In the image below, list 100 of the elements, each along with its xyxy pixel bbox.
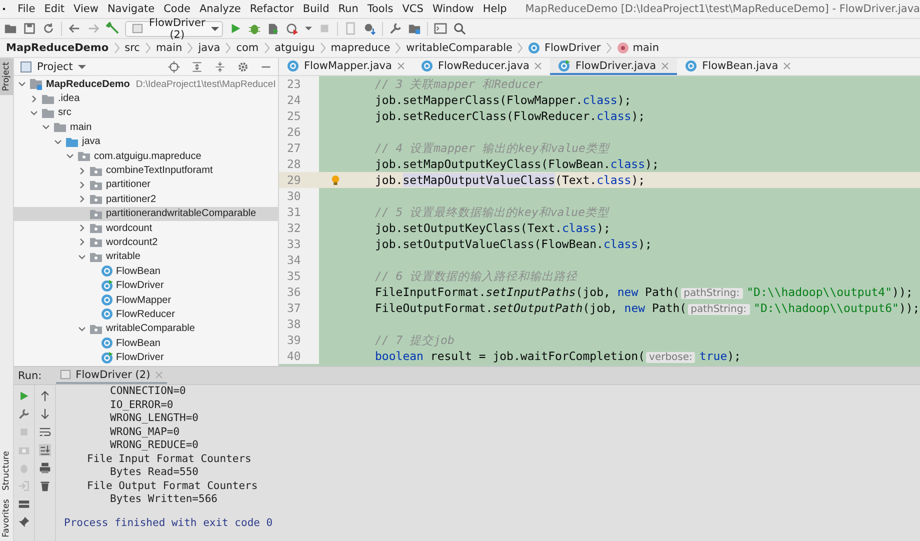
locate-icon[interactable] <box>168 60 180 72</box>
tree-item[interactable]: FlowMapper <box>14 292 278 308</box>
down-arrow-icon[interactable] <box>39 408 51 420</box>
editor-tab[interactable]: FlowReducer.java <box>412 58 550 75</box>
breadcrumb-item[interactable]: main <box>156 42 182 54</box>
menu-item[interactable]: Tools <box>362 3 398 15</box>
chevron-right-icon[interactable] <box>30 94 38 103</box>
tree-item[interactable]: writableComparable <box>14 322 278 336</box>
close-icon[interactable] <box>396 62 405 70</box>
menu-item[interactable]: Edit <box>40 3 70 15</box>
lightbulb-icon[interactable] <box>331 174 340 186</box>
menu-item[interactable]: Refactor <box>245 3 298 15</box>
folder-icon[interactable] <box>4 22 17 35</box>
close-icon[interactable] <box>534 62 542 70</box>
refresh-icon[interactable] <box>42 22 55 35</box>
side-tab[interactable]: Structure <box>0 447 13 495</box>
tree-item[interactable]: partitioner2 <box>14 192 278 207</box>
wrench-icon[interactable] <box>389 22 402 35</box>
print-icon[interactable] <box>39 462 51 474</box>
coverage-icon[interactable] <box>267 22 280 35</box>
tree-item[interactable]: FlowDriver <box>14 350 278 365</box>
tree-item[interactable]: writable <box>14 250 278 264</box>
tree-item[interactable]: wordcount <box>14 220 278 236</box>
tree-item[interactable]: FlowBean <box>14 336 278 350</box>
layout-icon[interactable] <box>18 498 30 510</box>
tree-item[interactable]: FlowDriver <box>14 278 278 293</box>
breadcrumb-item[interactable]: MapReduceDemo <box>6 42 109 54</box>
close-icon[interactable] <box>661 62 670 70</box>
terminal-icon[interactable] <box>434 22 447 35</box>
tree-item[interactable]: com.atguigu.mapreduce <box>14 148 278 164</box>
breadcrumb-item[interactable]: writableComparable <box>406 42 512 54</box>
menu-item[interactable]: Window <box>428 3 478 15</box>
chevron-down-icon[interactable] <box>78 252 86 261</box>
close-icon[interactable] <box>783 62 792 70</box>
tree-item[interactable]: wordcount2 <box>14 235 278 250</box>
breadcrumb-item[interactable]: src <box>124 42 140 54</box>
profiler-icon[interactable] <box>286 22 299 35</box>
run-tab[interactable]: FlowDriver (2) <box>56 367 168 384</box>
settings-icon[interactable] <box>237 60 249 72</box>
menu-item[interactable]: Run <box>334 3 363 15</box>
tree-item[interactable]: src <box>14 106 278 120</box>
chevron-down-icon[interactable] <box>42 123 50 132</box>
chevron-down-icon[interactable] <box>54 138 62 146</box>
tree-item[interactable]: .idea <box>14 91 278 106</box>
menu-item[interactable]: Help <box>478 3 512 15</box>
tree-item[interactable]: main <box>14 120 278 135</box>
back-arrow-icon[interactable] <box>68 22 81 35</box>
chevron-down-icon[interactable] <box>18 80 26 88</box>
tree-item[interactable]: partitioner <box>14 178 278 192</box>
search-icon[interactable] <box>453 22 466 35</box>
editor-tab[interactable]: FlowDriver.java <box>550 58 678 75</box>
caret-icon[interactable] <box>305 25 312 32</box>
chevron-right-icon[interactable] <box>78 238 86 246</box>
run-icon[interactable] <box>18 390 30 402</box>
chevron-down-icon[interactable] <box>30 108 38 117</box>
collapse-all-icon[interactable] <box>214 60 226 72</box>
tree-item[interactable]: combineTextInputforamt <box>14 163 278 178</box>
caret-icon[interactable] <box>78 62 86 70</box>
chevron-right-icon[interactable] <box>78 180 86 189</box>
tree-item[interactable]: FlowBean <box>14 264 278 278</box>
save-icon[interactable] <box>23 22 36 35</box>
run-icon[interactable] <box>229 22 242 35</box>
tree-item[interactable]: MapReduceDemo D:\IdeaProject1\test\MapReduceI <box>14 77 278 92</box>
tree-item[interactable]: java <box>14 134 278 149</box>
editor-tab[interactable]: FlowMapper.java <box>279 58 413 75</box>
side-tab[interactable]: Favorites <box>0 494 13 541</box>
wrench-icon[interactable] <box>18 408 30 420</box>
breadcrumb-item[interactable]: mapreduce <box>330 42 390 54</box>
expand-all-icon[interactable] <box>191 60 203 72</box>
scroll-to-end-icon[interactable] <box>39 444 51 456</box>
breadcrumb-item[interactable]: atguigu <box>274 42 315 54</box>
menu-item[interactable]: Navigate <box>102 3 160 15</box>
menu-item[interactable]: Analyze <box>194 3 246 15</box>
trash-icon[interactable] <box>39 480 51 492</box>
soft-wrap-icon[interactable] <box>39 426 51 438</box>
chevron-right-icon[interactable] <box>78 195 86 204</box>
breadcrumb-item[interactable]: main <box>632 42 659 54</box>
breadcrumb-item[interactable]: FlowDriver <box>544 42 601 54</box>
chevron-right-icon[interactable] <box>78 166 86 175</box>
menu-item[interactable]: View <box>69 3 103 15</box>
chevron-down-icon[interactable] <box>66 152 74 160</box>
menu-item[interactable]: File <box>13 3 40 15</box>
hammer-icon[interactable] <box>106 22 119 35</box>
editor-tab[interactable]: FlowBean.java <box>677 58 800 75</box>
menu-item[interactable]: Build <box>298 3 334 15</box>
breadcrumb-item[interactable]: com <box>236 42 259 54</box>
tree-item[interactable]: FlowReducer <box>14 307 278 322</box>
up-arrow-icon[interactable] <box>39 390 51 402</box>
chevron-right-icon[interactable] <box>78 224 86 232</box>
project-structure-icon[interactable] <box>408 22 421 35</box>
side-tab[interactable]: Project <box>0 58 13 96</box>
pin-icon[interactable] <box>18 516 30 528</box>
breadcrumb-item[interactable]: java <box>198 42 220 54</box>
menu-item[interactable]: VCS <box>398 3 428 15</box>
tree-item[interactable]: partitionerandwritableComparable <box>14 206 278 221</box>
menu-item[interactable]: Code <box>159 3 195 15</box>
bug-icon[interactable] <box>248 22 261 35</box>
project-view-dropdown[interactable]: Project <box>37 60 73 72</box>
chevron-down-icon[interactable] <box>78 324 86 333</box>
update-icon[interactable] <box>363 22 376 35</box>
